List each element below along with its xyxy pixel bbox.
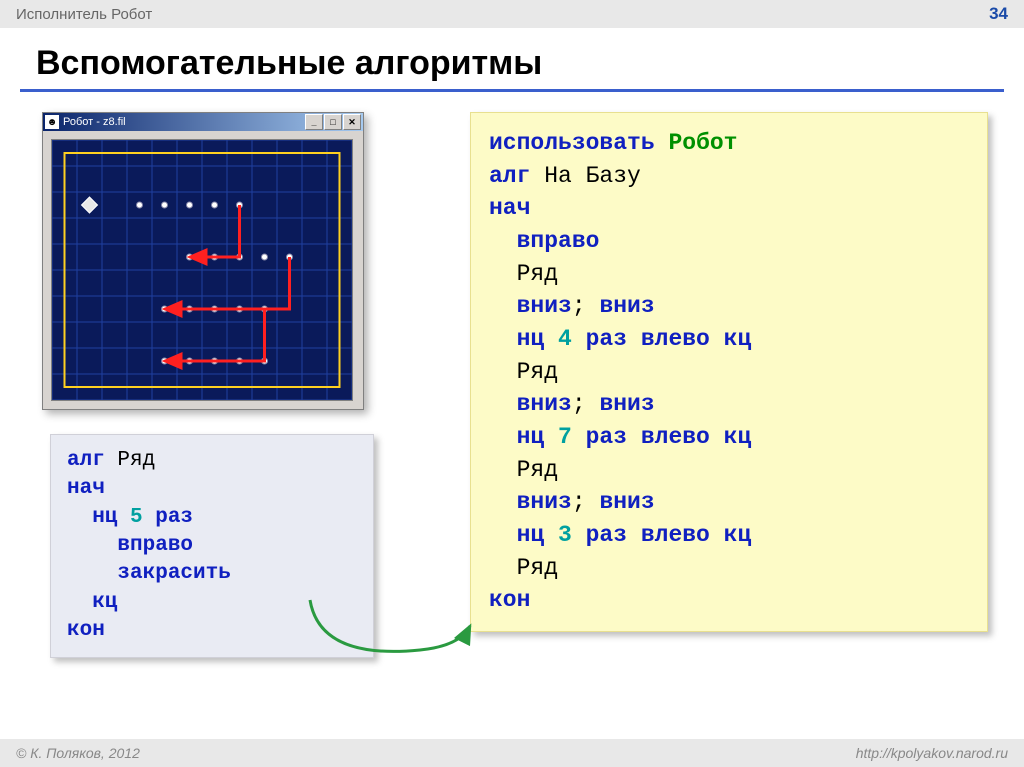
code-line: нц 4 раз влево кц [489, 323, 969, 356]
code-line: вниз; вниз [489, 388, 969, 421]
code-line: алг Ряд [67, 447, 357, 475]
code-line: нач [489, 192, 969, 225]
window-title: Робот - z8.fil [63, 116, 305, 128]
footer-url: http://kpolyakov.narod.ru [856, 745, 1008, 761]
code-line: использовать Робот [489, 127, 969, 160]
close-button[interactable]: ✕ [343, 114, 361, 130]
code-line: Ряд [489, 258, 969, 291]
page-number: 34 [989, 4, 1008, 24]
code-line: Ряд [489, 454, 969, 487]
code-line: нц 5 раз [67, 504, 357, 532]
code-line: вниз; вниз [489, 290, 969, 323]
title-underline [20, 89, 1004, 92]
code-line: нач [67, 475, 357, 503]
code-line: нц 3 раз влево кц [489, 519, 969, 552]
minimize-button[interactable]: _ [305, 114, 323, 130]
code-block-subroutine: алг Ряднач нц 5 раз вправо закрасить кцк… [50, 434, 374, 658]
slide: Исполнитель Робот 34 Вспомогательные алг… [0, 0, 1024, 767]
code-line: алг На Базу [489, 160, 969, 193]
breadcrumb: Исполнитель Робот [16, 6, 152, 23]
content-area: ☻ Робот - z8.fil _ □ ✕ алг Ряднач нц 5 р… [0, 110, 1024, 710]
window-titlebar: ☻ Робот - z8.fil _ □ ✕ [43, 113, 363, 131]
robot-grid [51, 139, 353, 401]
code-block-main: использовать Роботалг На Базунач вправо … [470, 112, 988, 632]
code-line: кон [489, 584, 969, 617]
copyright: © К. Поляков, 2012 [16, 745, 140, 761]
maximize-button[interactable]: □ [324, 114, 342, 130]
robot-grid-svg [52, 140, 352, 400]
code-line: закрасить [67, 560, 357, 588]
code-line: Ряд [489, 552, 969, 585]
slide-footer: © К. Поляков, 2012 http://kpolyakov.naro… [0, 739, 1024, 767]
slide-header: Исполнитель Робот 34 [0, 0, 1024, 28]
code-line: вправо [67, 532, 357, 560]
code-line: кон [67, 617, 357, 645]
app-icon: ☻ [45, 115, 59, 129]
robot-window: ☻ Робот - z8.fil _ □ ✕ [42, 112, 364, 410]
grid-area [43, 131, 363, 409]
code-line: Ряд [489, 356, 969, 389]
window-controls: _ □ ✕ [305, 114, 361, 130]
code-line: кц [67, 589, 357, 617]
slide-title: Вспомогательные алгоритмы [36, 44, 1024, 83]
code-line: вправо [489, 225, 969, 258]
code-line: нц 7 раз влево кц [489, 421, 969, 454]
code-line: вниз; вниз [489, 486, 969, 519]
